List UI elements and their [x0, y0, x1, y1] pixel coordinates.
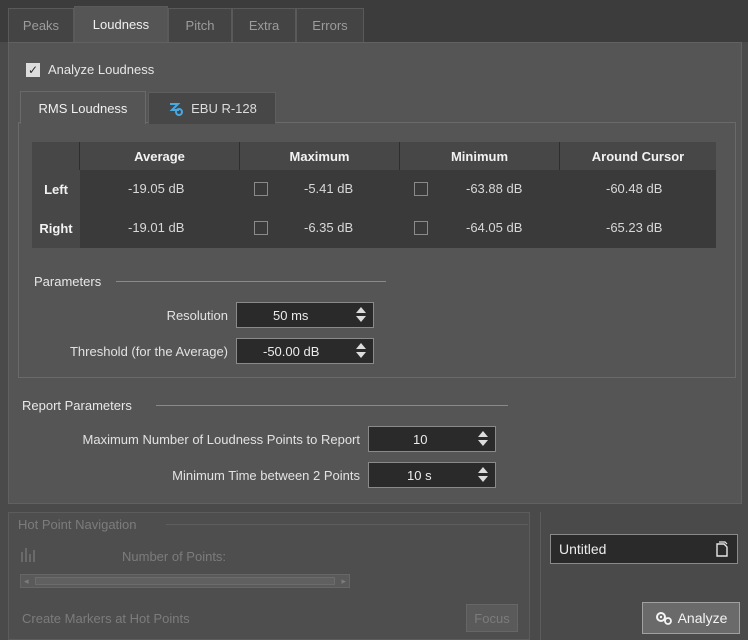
- tab-extra-label: Extra: [248, 18, 280, 33]
- tab-errors[interactable]: Errors: [296, 8, 364, 42]
- tab-ebu-r128[interactable]: EBU R-128: [148, 92, 276, 124]
- scroll-left-icon[interactable]: ◂: [24, 576, 29, 587]
- hot-point-divider: [166, 524, 528, 525]
- left-around-cursor: -60.48 dB: [606, 181, 663, 196]
- header-maximum: Maximum: [240, 142, 400, 170]
- spin-arrows-icon[interactable]: [356, 342, 366, 360]
- threshold-value: -50.00 dB: [263, 344, 320, 359]
- report-parameters-divider: [156, 405, 508, 406]
- bottom-separator: [540, 512, 541, 640]
- tab-rms-loudness-label: RMS Loudness: [38, 100, 128, 116]
- preset-field[interactable]: Untitled: [550, 534, 738, 564]
- left-maximum: -5.41 dB: [304, 181, 354, 196]
- right-maximum: -6.35 dB: [304, 220, 354, 235]
- min-time-value: 10 s: [407, 468, 432, 483]
- focus-button[interactable]: Focus: [466, 604, 518, 632]
- max-points-label: Maximum Number of Loudness Points to Rep…: [82, 432, 360, 447]
- number-of-points-label: Number of Points:: [122, 549, 227, 564]
- table-corner-header: [32, 142, 80, 170]
- threshold-label: Threshold (for the Average): [69, 344, 228, 359]
- preset-name: Untitled: [559, 541, 607, 557]
- right-minimum: -64.05 dB: [466, 220, 523, 235]
- tab-pitch[interactable]: Pitch: [168, 8, 232, 42]
- analyze-label: Analyze: [677, 610, 728, 626]
- scroll-thumb[interactable]: [35, 577, 335, 585]
- max-points-value: 10: [413, 432, 428, 447]
- gears-icon: [655, 610, 673, 626]
- left-maximum-checkbox[interactable]: [254, 182, 268, 196]
- create-markers-label: Create Markers at Hot Points: [22, 611, 190, 626]
- right-around-cursor: -65.23 dB: [606, 220, 663, 235]
- tab-errors-label: Errors: [312, 18, 348, 33]
- loudness-table: Average Maximum Minimum Around Cursor Le…: [32, 142, 716, 248]
- tab-loudness-label: Loudness: [92, 17, 150, 32]
- hot-point-navigation-title: Hot Point Navigation: [18, 517, 137, 532]
- scroll-right-icon[interactable]: ▸: [341, 576, 346, 587]
- left-minimum: -63.88 dB: [466, 181, 523, 196]
- header-average: Average: [80, 142, 240, 170]
- preset-menu-icon[interactable]: [715, 540, 729, 558]
- right-average: -19.01 dB: [128, 220, 185, 235]
- left-average: -19.05 dB: [128, 181, 185, 196]
- max-points-spinbox[interactable]: 10: [368, 426, 496, 452]
- row-label-left: Left: [32, 170, 80, 209]
- right-minimum-checkbox[interactable]: [414, 221, 428, 235]
- tab-pitch-label: Pitch: [185, 18, 215, 33]
- report-parameters-title: Report Parameters: [22, 398, 132, 413]
- tab-peaks-label: Peaks: [22, 18, 60, 33]
- row-label-right: Right: [32, 209, 80, 248]
- tab-extra[interactable]: Extra: [232, 8, 296, 42]
- threshold-spinbox[interactable]: -50.00 dB: [236, 338, 374, 364]
- analyze-loudness-checkbox[interactable]: ✓: [26, 63, 40, 77]
- header-around-cursor: Around Cursor: [560, 142, 716, 170]
- min-time-spinbox[interactable]: 10 s: [368, 462, 496, 488]
- tab-rms-loudness[interactable]: RMS Loudness: [20, 91, 146, 124]
- min-time-label: Minimum Time between 2 Points: [172, 468, 360, 483]
- tab-peaks[interactable]: Peaks: [8, 8, 74, 42]
- hot-points-scrollbar[interactable]: ◂ ▸: [20, 574, 350, 588]
- spin-arrows-icon[interactable]: [356, 306, 366, 324]
- analyze-loudness-label: Analyze Loudness: [48, 62, 155, 77]
- header-minimum: Minimum: [400, 142, 560, 170]
- resolution-spinbox[interactable]: 50 ms: [236, 302, 374, 328]
- parameters-divider: [116, 281, 386, 282]
- tab-ebu-r128-label: EBU R-128: [191, 101, 257, 116]
- tab-loudness[interactable]: Loudness: [74, 6, 168, 42]
- ebu-icon: [167, 100, 185, 118]
- resolution-value: 50 ms: [273, 308, 309, 323]
- resolution-label: Resolution: [166, 308, 228, 323]
- right-maximum-checkbox[interactable]: [254, 221, 268, 235]
- left-minimum-checkbox[interactable]: [414, 182, 428, 196]
- analyze-button[interactable]: Analyze: [642, 602, 740, 634]
- hot-points-icon: [20, 546, 36, 564]
- spin-arrows-icon[interactable]: [478, 430, 488, 448]
- parameters-title: Parameters: [34, 274, 102, 289]
- spin-arrows-icon[interactable]: [478, 466, 488, 484]
